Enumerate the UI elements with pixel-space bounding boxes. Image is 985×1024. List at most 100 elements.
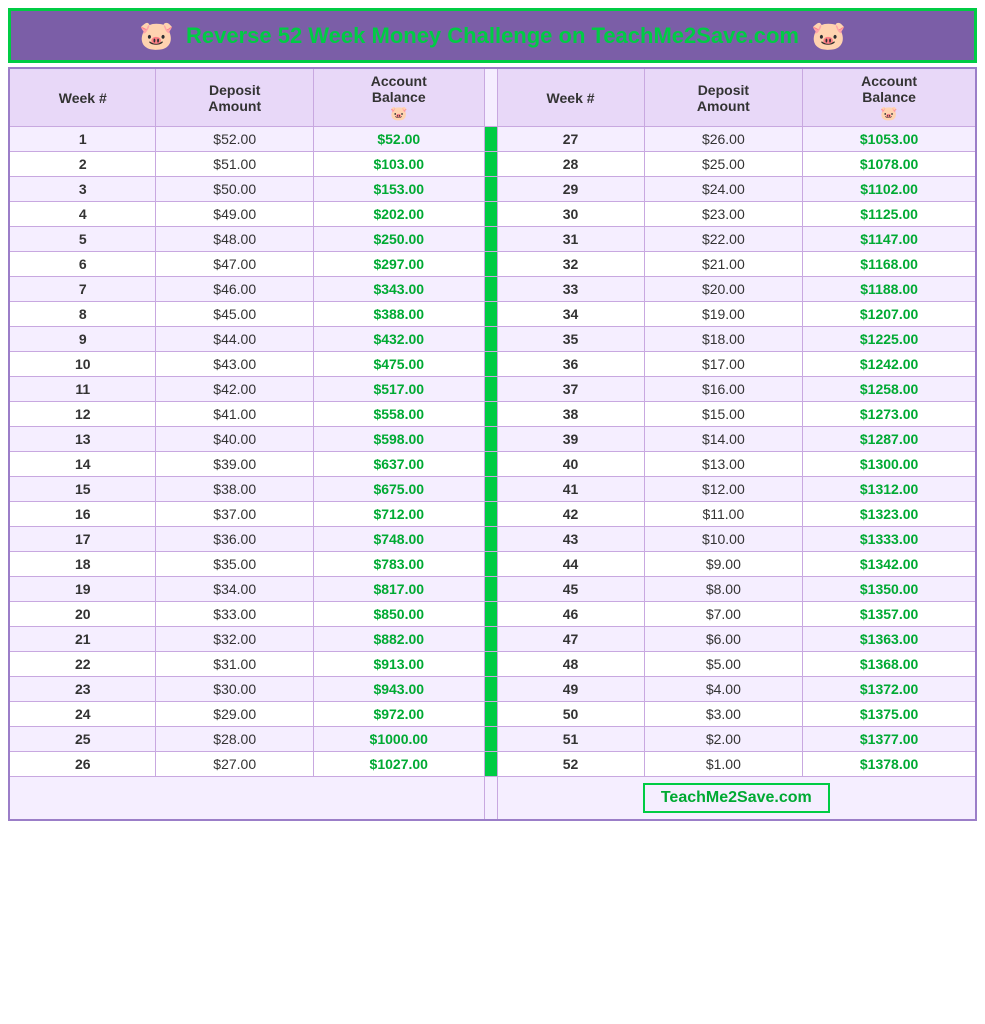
week-num-left: 16: [9, 502, 156, 527]
balance-amount-left: $250.00: [313, 227, 484, 252]
deposit-amount-right: $11.00: [644, 502, 803, 527]
week-num-right: 43: [497, 527, 644, 552]
balance-amount-right: $1300.00: [803, 452, 976, 477]
col-deposit-right: DepositAmount: [644, 68, 803, 127]
deposit-amount-right: $23.00: [644, 202, 803, 227]
main-table: Week # DepositAmount AccountBalance🐷 Wee…: [8, 67, 977, 821]
page-wrapper: 🐷 Reverse 52 Week Money Challenge on Tea…: [0, 0, 985, 829]
table-row: 24$29.00$972.0050$3.00$1375.00: [9, 702, 976, 727]
deposit-amount-right: $15.00: [644, 402, 803, 427]
balance-amount-right: $1053.00: [803, 127, 976, 152]
divider-cell: [484, 452, 497, 477]
deposit-amount-left: $50.00: [156, 177, 313, 202]
table-row: 12$41.00$558.0038$15.00$1273.00: [9, 402, 976, 427]
deposit-amount-left: $34.00: [156, 577, 313, 602]
divider-cell: [484, 302, 497, 327]
week-num-left: 11: [9, 377, 156, 402]
week-num-left: 9: [9, 327, 156, 352]
deposit-amount-left: $51.00: [156, 152, 313, 177]
divider-cell: [484, 527, 497, 552]
table-row: 2$51.00$103.0028$25.00$1078.00: [9, 152, 976, 177]
deposit-amount-left: $44.00: [156, 327, 313, 352]
deposit-amount-left: $39.00: [156, 452, 313, 477]
balance-amount-left: $343.00: [313, 277, 484, 302]
deposit-amount-right: $22.00: [644, 227, 803, 252]
table-row: 7$46.00$343.0033$20.00$1188.00: [9, 277, 976, 302]
week-num-right: 49: [497, 677, 644, 702]
table-row: 8$45.00$388.0034$19.00$1207.00: [9, 302, 976, 327]
divider-cell: [484, 752, 497, 777]
table-row: 18$35.00$783.0044$9.00$1342.00: [9, 552, 976, 577]
balance-amount-right: $1368.00: [803, 652, 976, 677]
divider-cell: [484, 477, 497, 502]
divider-cell: [484, 327, 497, 352]
divider-cell: [484, 377, 497, 402]
col-week-right: Week #: [497, 68, 644, 127]
balance-amount-left: $103.00: [313, 152, 484, 177]
balance-amount-right: $1188.00: [803, 277, 976, 302]
week-num-right: 52: [497, 752, 644, 777]
week-num-left: 10: [9, 352, 156, 377]
deposit-amount-left: $46.00: [156, 277, 313, 302]
week-num-left: 8: [9, 302, 156, 327]
divider-cell: [484, 502, 497, 527]
deposit-amount-right: $24.00: [644, 177, 803, 202]
week-num-right: 51: [497, 727, 644, 752]
balance-amount-right: $1357.00: [803, 602, 976, 627]
deposit-amount-left: $35.00: [156, 552, 313, 577]
week-num-right: 31: [497, 227, 644, 252]
divider-cell: [484, 402, 497, 427]
week-num-left: 4: [9, 202, 156, 227]
balance-amount-right: $1372.00: [803, 677, 976, 702]
footer-website: TeachMe2Save.com: [497, 777, 976, 821]
deposit-amount-right: $6.00: [644, 627, 803, 652]
deposit-amount-right: $26.00: [644, 127, 803, 152]
col-balance-left: AccountBalance🐷: [313, 68, 484, 127]
balance-amount-left: $432.00: [313, 327, 484, 352]
table-row: 22$31.00$913.0048$5.00$1368.00: [9, 652, 976, 677]
deposit-amount-left: $37.00: [156, 502, 313, 527]
week-num-left: 3: [9, 177, 156, 202]
deposit-amount-left: $45.00: [156, 302, 313, 327]
table-row: 21$32.00$882.0047$6.00$1363.00: [9, 627, 976, 652]
divider-cell: [484, 177, 497, 202]
table-row: 10$43.00$475.0036$17.00$1242.00: [9, 352, 976, 377]
week-num-right: 47: [497, 627, 644, 652]
deposit-amount-right: $18.00: [644, 327, 803, 352]
footer-row: TeachMe2Save.com: [9, 777, 976, 821]
balance-amount-left: $475.00: [313, 352, 484, 377]
week-num-left: 19: [9, 577, 156, 602]
balance-amount-right: $1242.00: [803, 352, 976, 377]
deposit-amount-right: $7.00: [644, 602, 803, 627]
balance-amount-right: $1312.00: [803, 477, 976, 502]
week-num-right: 44: [497, 552, 644, 577]
divider-cell: [484, 727, 497, 752]
divider-cell: [484, 252, 497, 277]
divider-cell: [484, 277, 497, 302]
week-num-left: 25: [9, 727, 156, 752]
balance-amount-right: $1078.00: [803, 152, 976, 177]
week-num-right: 50: [497, 702, 644, 727]
balance-amount-left: $1000.00: [313, 727, 484, 752]
deposit-amount-right: $3.00: [644, 702, 803, 727]
week-num-left: 17: [9, 527, 156, 552]
balance-amount-left: $153.00: [313, 177, 484, 202]
week-num-right: 29: [497, 177, 644, 202]
week-num-left: 5: [9, 227, 156, 252]
balance-amount-left: $748.00: [313, 527, 484, 552]
balance-amount-left: $972.00: [313, 702, 484, 727]
balance-amount-right: $1333.00: [803, 527, 976, 552]
deposit-amount-right: $5.00: [644, 652, 803, 677]
balance-amount-right: $1350.00: [803, 577, 976, 602]
deposit-amount-left: $30.00: [156, 677, 313, 702]
balance-amount-left: $783.00: [313, 552, 484, 577]
balance-amount-left: $52.00: [313, 127, 484, 152]
deposit-amount-right: $16.00: [644, 377, 803, 402]
week-num-left: 21: [9, 627, 156, 652]
pig-icon-right: 🐷: [811, 19, 846, 52]
deposit-amount-left: $31.00: [156, 652, 313, 677]
deposit-amount-right: $13.00: [644, 452, 803, 477]
week-num-right: 38: [497, 402, 644, 427]
divider-cell: [484, 352, 497, 377]
week-num-right: 28: [497, 152, 644, 177]
